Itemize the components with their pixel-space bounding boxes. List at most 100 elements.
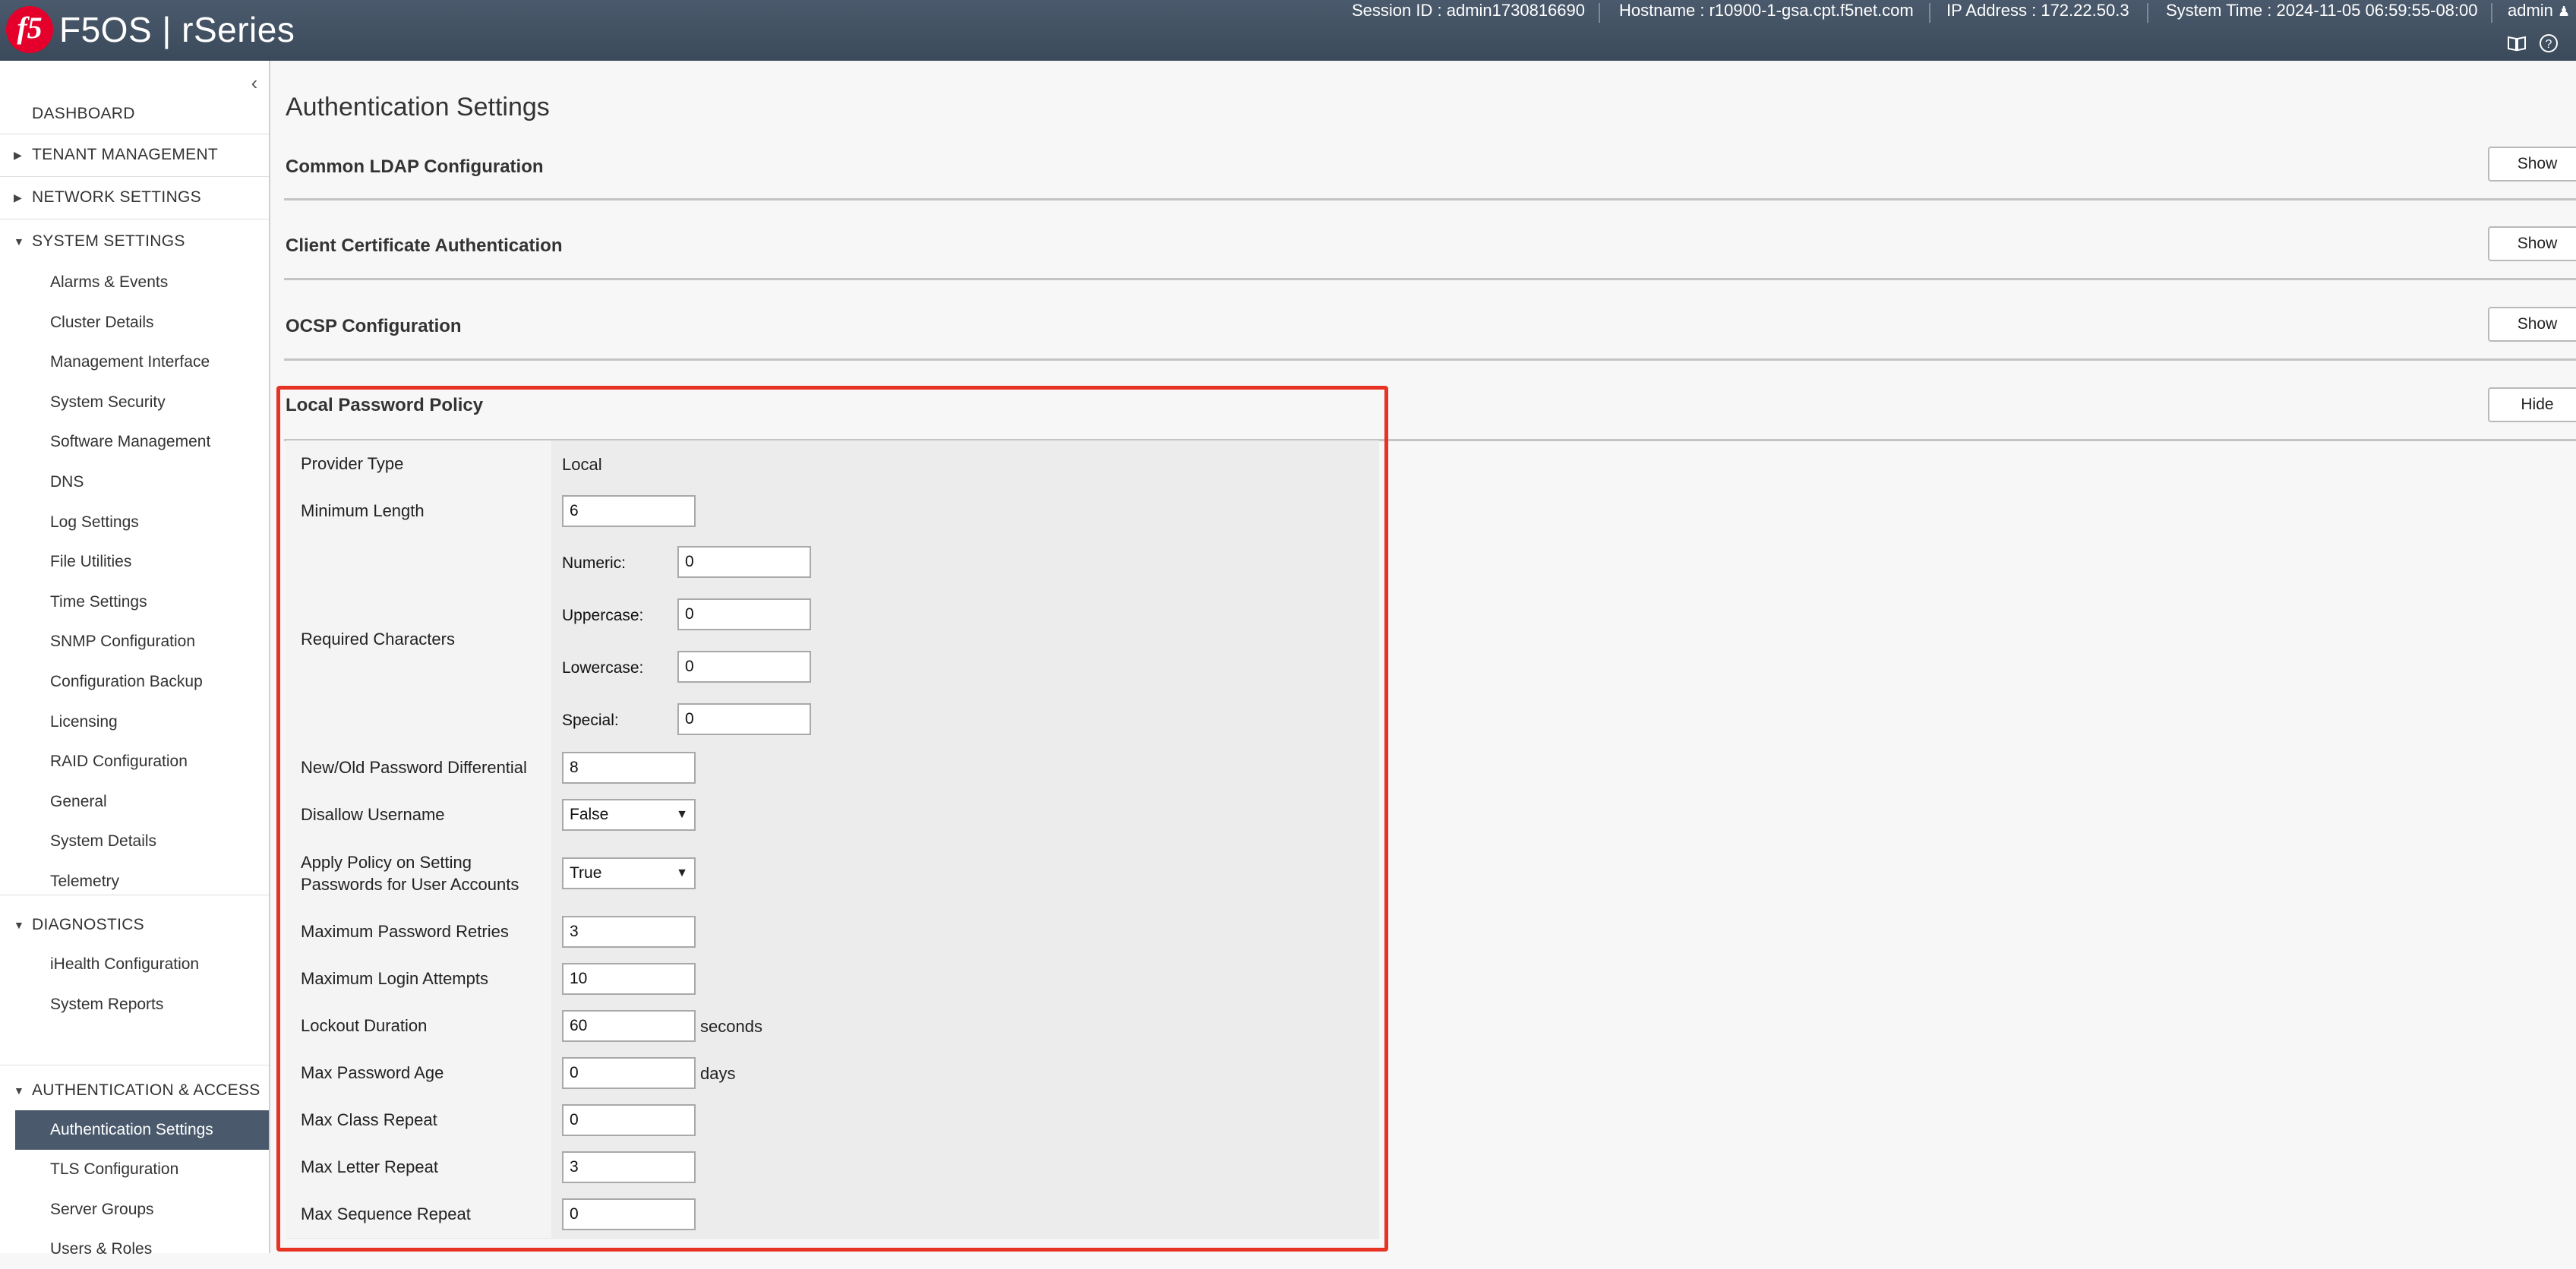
sidebar-item-label: Authentication Settings — [50, 1121, 213, 1138]
max-class-repeat-input[interactable]: 0 — [562, 1104, 696, 1136]
sidebar-item-label: General — [50, 792, 107, 810]
disallow-username-select[interactable]: False ▼ — [562, 799, 696, 831]
collapse-sidebar-icon[interactable]: ‹ — [243, 71, 266, 94]
row-password-differential: New/Old Password Differential 8 — [286, 744, 1379, 792]
header-divider — [1929, 3, 1930, 23]
sidebar-item-time-settings[interactable]: Time Settings — [0, 582, 269, 622]
sidebar-item-system-reports[interactable]: System Reports — [0, 985, 269, 1024]
session-id: Session ID : admin1730816690 — [1352, 1, 1585, 20]
sidebar-item-label: System Security — [50, 393, 166, 411]
ocsp-show-button[interactable]: Show — [2488, 307, 2576, 342]
max-letter-repeat-label: Max Letter Repeat — [301, 1157, 438, 1176]
sidebar-item-system-details[interactable]: System Details — [0, 822, 269, 861]
hostname: Hostname : r10900-1-gsa.cpt.f5net.com — [1619, 1, 1914, 20]
row-max-password-age: Max Password Age 0 days — [286, 1050, 1379, 1097]
sidebar-item-label: Software Management — [50, 433, 211, 451]
nav-network-settings[interactable]: ▶ NETWORK SETTINGS — [0, 178, 269, 217]
row-max-password-retries: Maximum Password Retries 3 — [286, 908, 1379, 956]
sidebar-item-server-groups[interactable]: Server Groups — [0, 1190, 269, 1230]
main-content: Authentication Settings Common LDAP Conf… — [270, 61, 2576, 1253]
help-icon[interactable]: ? — [2538, 33, 2559, 55]
max-age-unit: days — [700, 1064, 736, 1083]
sidebar-item-general[interactable]: General — [0, 782, 269, 822]
sidebar-item-tls-configuration[interactable]: TLS Configuration — [0, 1150, 269, 1189]
max-age-input[interactable]: 0 — [562, 1057, 696, 1089]
uppercase-input[interactable]: 0 — [677, 598, 811, 630]
section-password-policy-title: Local Password Policy — [286, 395, 484, 415]
provider-type-label: Provider Type — [301, 454, 404, 473]
nav-label: DASHBOARD — [32, 105, 135, 122]
max-class-repeat-label: Max Class Repeat — [301, 1110, 437, 1129]
sidebar-item-raid-configuration[interactable]: RAID Configuration — [0, 742, 269, 781]
max-retries-input[interactable]: 3 — [562, 916, 696, 948]
nav-tenant-management[interactable]: ▶ TENANT MANAGEMENT — [0, 135, 269, 175]
special-input[interactable]: 0 — [677, 703, 811, 735]
row-max-class-repeat: Max Class Repeat 0 — [286, 1097, 1379, 1144]
lockout-duration-input[interactable]: 60 — [562, 1010, 696, 1042]
numeric-label: Numeric: — [562, 554, 627, 572]
nav-authentication-access[interactable]: ▼ AUTHENTICATION & ACCESS — [0, 1071, 269, 1110]
nav-system-settings[interactable]: ▼ SYSTEM SETTINGS — [0, 222, 269, 261]
sidebar-item-log-settings[interactable]: Log Settings — [0, 503, 269, 542]
uppercase-label: Uppercase: — [562, 607, 644, 624]
sidebar-item-ihealth-configuration[interactable]: iHealth Configuration — [0, 945, 269, 984]
svg-text:?: ? — [2546, 38, 2552, 51]
sidebar-item-label: File Utilities — [50, 553, 132, 571]
sidebar-item-system-security[interactable]: System Security — [0, 383, 269, 422]
sidebar-item-users-roles[interactable]: Users & Roles — [0, 1230, 269, 1269]
nav-dashboard[interactable]: DASHBOARD — [0, 94, 269, 134]
sidebar-item-label: TLS Configuration — [50, 1160, 179, 1179]
max-letter-repeat-input[interactable]: 3 — [562, 1151, 696, 1183]
sidebar-item-snmp-configuration[interactable]: SNMP Configuration — [0, 622, 269, 661]
sidebar-item-management-interface[interactable]: Management Interface — [0, 343, 269, 382]
caret-down-icon: ▼ — [14, 919, 24, 931]
nav-label: NETWORK SETTINGS — [32, 188, 201, 206]
nav-label: TENANT MANAGEMENT — [32, 146, 219, 163]
required-characters-label: Required Characters — [301, 630, 455, 649]
row-lockout-duration: Lockout Duration 60 seconds — [286, 1002, 1379, 1050]
sidebar-item-label: SNMP Configuration — [50, 633, 196, 651]
apply-policy-label-line2: Passwords for User Accounts — [301, 875, 519, 894]
header-divider — [2147, 3, 2148, 23]
apply-policy-label: Apply Policy on Setting — [301, 853, 472, 872]
sidebar-item-dns[interactable]: DNS — [0, 462, 269, 502]
sidebar-item-authentication-settings[interactable]: Authentication Settings — [15, 1110, 269, 1150]
sidebar-item-configuration-backup[interactable]: Configuration Backup — [0, 662, 269, 702]
max-login-input[interactable]: 10 — [562, 963, 696, 995]
differential-label: New/Old Password Differential — [301, 758, 527, 777]
apply-policy-select[interactable]: True ▼ — [562, 857, 696, 889]
product-name: F5OS | rSeries — [59, 10, 295, 49]
sidebar-item-label: Alarms & Events — [50, 273, 169, 291]
sidebar-item-file-utilities[interactable]: File Utilities — [0, 542, 269, 582]
row-max-sequence-repeat: Max Sequence Repeat 0 — [286, 1191, 1379, 1239]
ldap-show-button[interactable]: Show — [2488, 147, 2576, 182]
sidebar-item-alarms-events[interactable]: Alarms & Events — [0, 263, 269, 302]
caret-right-icon: ▶ — [14, 191, 22, 204]
password-policy-hide-button[interactable]: Hide — [2488, 387, 2576, 422]
header-divider — [2491, 3, 2492, 23]
sidebar-item-licensing[interactable]: Licensing — [0, 702, 269, 742]
user-menu[interactable]: admin ♟ — [2508, 0, 2570, 23]
differential-input[interactable]: 8 — [562, 752, 696, 784]
nav-diagnostics[interactable]: ▼ DIAGNOSTICS — [0, 905, 269, 945]
sidebar-item-telemetry[interactable]: Telemetry — [0, 862, 269, 901]
max-sequence-repeat-label: Max Sequence Repeat — [301, 1204, 471, 1223]
user-icon: ♟ — [2558, 4, 2571, 19]
caret-right-icon: ▶ — [14, 149, 22, 161]
client-cert-show-button[interactable]: Show — [2488, 226, 2576, 261]
max-sequence-repeat-input[interactable]: 0 — [562, 1198, 696, 1230]
lowercase-input[interactable]: 0 — [677, 651, 811, 683]
lowercase-label: Lowercase: — [562, 659, 644, 677]
section-ocsp-title: OCSP Configuration — [286, 316, 462, 336]
sidebar-item-cluster-details[interactable]: Cluster Details — [0, 303, 269, 343]
row-required-characters: Required Characters Numeric: 0 Uppercase… — [286, 535, 1379, 745]
section-client-cert-title: Client Certificate Authentication — [286, 235, 563, 256]
numeric-input[interactable]: 0 — [677, 546, 811, 578]
book-icon[interactable] — [2506, 33, 2527, 55]
row-apply-policy: Apply Policy on Setting Passwords for Us… — [286, 838, 1379, 909]
minimum-length-input[interactable]: 6 — [562, 495, 696, 527]
max-login-label: Maximum Login Attempts — [301, 969, 488, 988]
sidebar-item-software-management[interactable]: Software Management — [0, 422, 269, 462]
section-divider — [284, 198, 2576, 200]
max-retries-label: Maximum Password Retries — [301, 922, 509, 941]
